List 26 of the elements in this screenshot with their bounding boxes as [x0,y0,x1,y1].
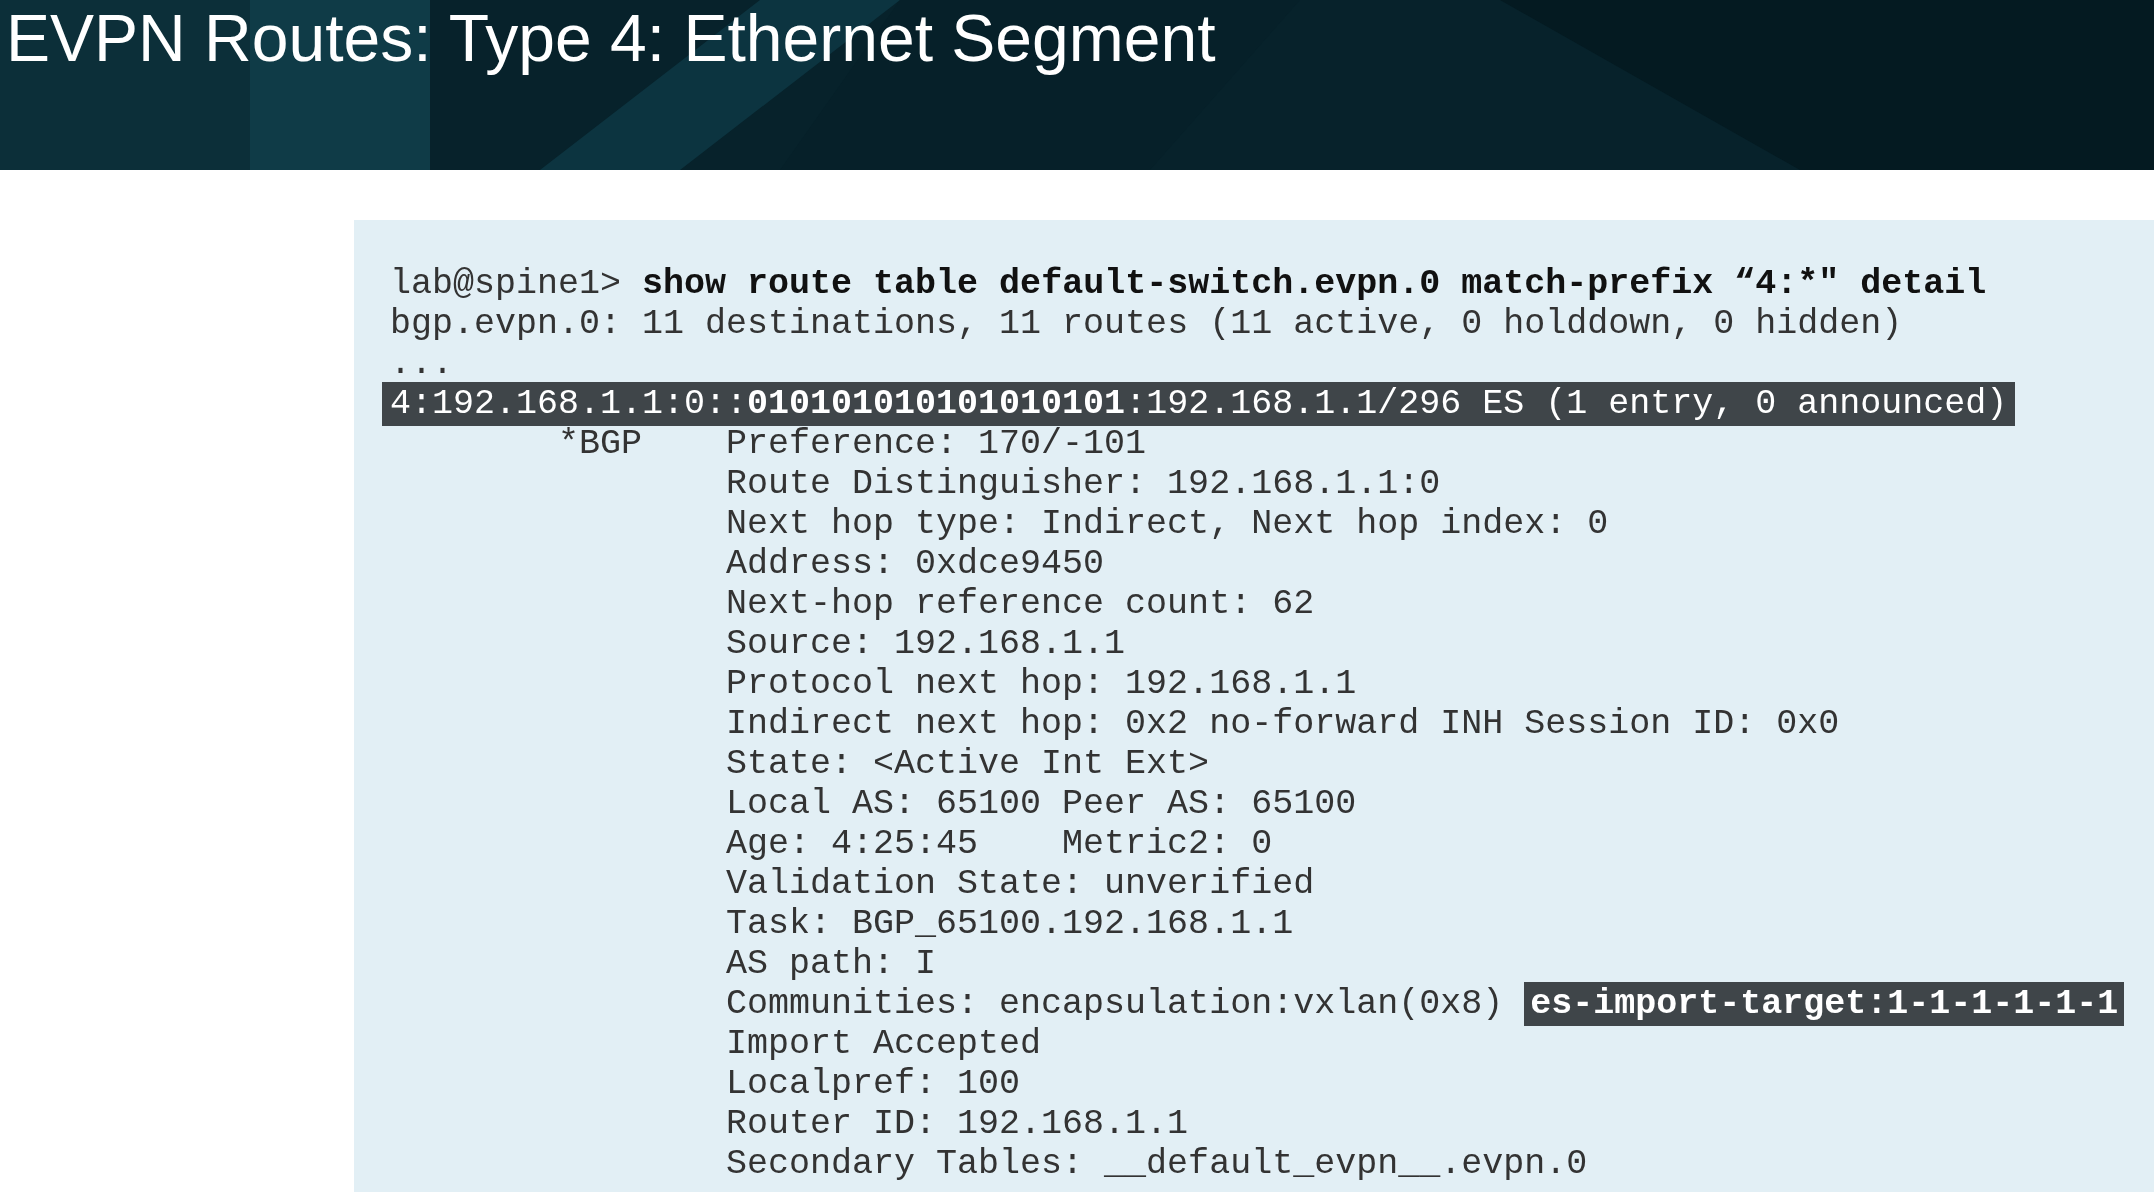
output-line: Local AS: 65100 Peer AS: 65100 [726,784,1357,824]
output-line: Source: 192.168.1.1 [726,624,1126,664]
output-line: AS path: I [726,944,937,984]
output-line: Age: 4:25:45 Metric2: 0 [726,824,1273,864]
command-text: show route table default-switch.evpn.0 match-prefix “4:*" detail [642,264,1987,304]
slide-title: EVPN Routes: Type 4: Ethernet Segment [5,0,1217,76]
output-line: Communities: encapsulation:vxlan(0x8) [726,984,1504,1024]
output-line: Localpref: 100 [726,1064,1021,1104]
output-line: Indirect next hop: 0x2 no-forward INH Session ID: 0x0 [726,704,1840,744]
output-line: Import Accepted [726,1024,1042,1064]
output-line: Secondary Tables: __default_evpn__.evpn.0 [726,1144,1588,1184]
prompt: lab@spine1> [390,264,622,304]
output-line: Preference: 170/-101 [726,424,1147,464]
output-line: Protocol next hop: 192.168.1.1 [726,664,1357,704]
output-line: Route Distinguisher: 192.168.1.1:0 [726,464,1441,504]
output-line: ... [390,344,453,384]
output-line: State: <Active Int Ext> [726,744,1210,784]
protocol-tag: *BGP [558,424,727,464]
output-line: bgp.evpn.0: 11 destinations, 11 routes (11 active, 0 holddown, 0 hidden) [390,304,1903,344]
output-line: Task: BGP_65100.192.168.1.1 [726,904,1294,944]
output-line: Address: 0xdce9450 [726,544,1105,584]
output-line: Router ID: 192.168.1.1 [726,1104,1189,1144]
output-line: Next-hop reference count: 62 [726,584,1315,624]
highlighted-community: es-import-target:1-1-1-1-1-1 [1524,982,2125,1026]
output-line: Next hop type: Indirect, Next hop index: 0 [726,504,1609,544]
output-line: Validation State: unverified [726,864,1315,904]
